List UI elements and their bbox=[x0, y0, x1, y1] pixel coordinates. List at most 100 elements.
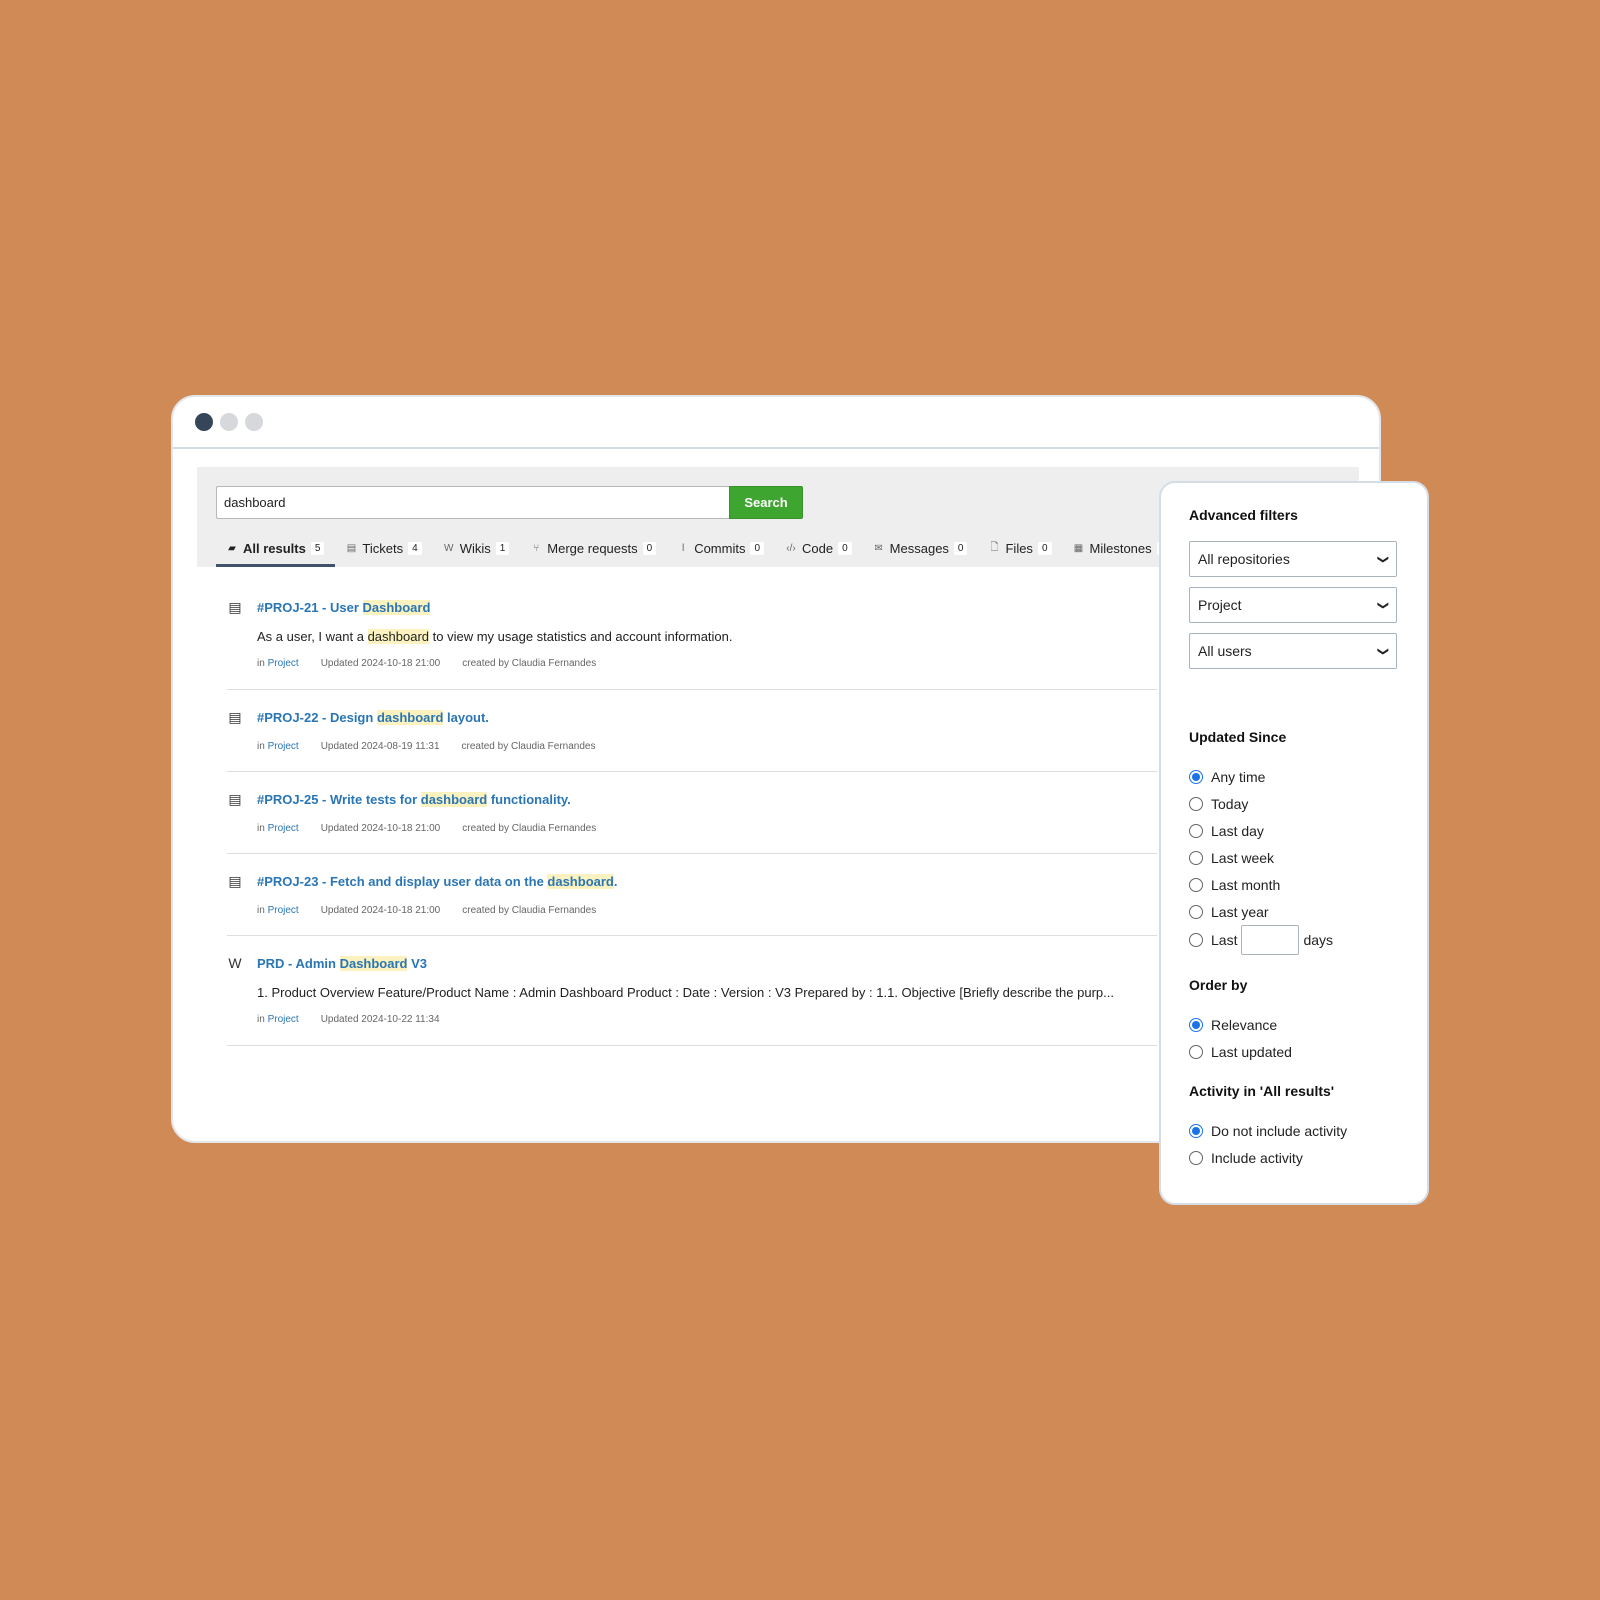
tab-files[interactable]: 🗋 Files 0 bbox=[978, 533, 1062, 567]
result-item: ▤ #PROJ-21 - User Dashboard As a user, I w… bbox=[227, 580, 1157, 690]
in-label: in bbox=[257, 658, 265, 669]
tab-label: All results bbox=[243, 541, 306, 556]
tab-label: Wikis bbox=[459, 541, 491, 556]
radio-option[interactable]: Last week bbox=[1189, 844, 1399, 871]
activity-options: Do not include activity Include activity bbox=[1189, 1117, 1399, 1171]
result-title-link[interactable]: #PROJ-22 - Design dashboard layout. bbox=[257, 710, 1157, 725]
calendar-icon: ▦ bbox=[1073, 543, 1084, 554]
radio-option[interactable]: Last month bbox=[1189, 871, 1399, 898]
result-title-link[interactable]: #PROJ-25 - Write tests for dashboard fun… bbox=[257, 792, 1157, 807]
radio-option[interactable]: Last year bbox=[1189, 898, 1399, 925]
window-titlebar bbox=[173, 397, 1379, 449]
title-text: #PROJ-22 - Design bbox=[257, 710, 377, 725]
commit-icon: ǀ bbox=[681, 543, 685, 554]
updated-timestamp: Updated 2024-10-22 11:34 bbox=[320, 1014, 440, 1025]
radio-option[interactable]: Any time bbox=[1189, 763, 1399, 790]
title-text: #PROJ-23 - Fetch and display user data o… bbox=[257, 874, 548, 889]
radio-option[interactable]: Last updated bbox=[1189, 1038, 1399, 1065]
tab-wikis[interactable]: W Wikis 1 bbox=[433, 533, 521, 567]
result-location: in Project bbox=[257, 741, 299, 752]
tab-merge-requests[interactable]: ⑂ Merge requests 0 bbox=[520, 533, 667, 567]
tab-code[interactable]: ‹/› Code 0 bbox=[775, 533, 863, 567]
ticket-icon: ▤ bbox=[346, 543, 357, 554]
filter-select[interactable]: All users ❯ bbox=[1189, 633, 1397, 669]
description-text: As a user, I want a bbox=[257, 629, 368, 644]
minimize-window-dot[interactable] bbox=[220, 413, 238, 431]
updated-since-custom[interactable]: Last days bbox=[1189, 925, 1399, 955]
radio-label: Today bbox=[1211, 795, 1249, 812]
close-window-dot[interactable] bbox=[195, 413, 213, 431]
title-text: . bbox=[613, 874, 618, 889]
project-link[interactable]: Project bbox=[268, 741, 299, 752]
result-title-link[interactable]: PRD - Admin Dashboard V3 bbox=[257, 956, 1157, 971]
project-link[interactable]: Project bbox=[268, 1014, 299, 1025]
radio-option[interactable]: Include activity bbox=[1189, 1144, 1399, 1171]
in-label: in bbox=[257, 741, 265, 752]
maximize-window-dot[interactable] bbox=[245, 413, 263, 431]
result-description: 1. Product Overview Feature/Product Name… bbox=[257, 985, 1157, 1000]
search-input[interactable] bbox=[216, 486, 729, 519]
tab-count-badge: 0 bbox=[1037, 542, 1052, 555]
result-title-link[interactable]: #PROJ-21 - User Dashboard bbox=[257, 600, 1157, 615]
select-value: All repositories bbox=[1198, 551, 1290, 567]
radio-option[interactable]: Last day bbox=[1189, 817, 1399, 844]
custom-days-input[interactable] bbox=[1241, 925, 1300, 955]
tab-messages[interactable]: ✉ Messages 0 bbox=[863, 533, 979, 567]
radio-option[interactable]: Today bbox=[1189, 790, 1399, 817]
result-meta: in Project Updated 2024-10-22 11:34 bbox=[257, 1014, 1157, 1025]
created-by: created by Claudia Fernandes bbox=[461, 741, 596, 752]
filter-select[interactable]: All repositories ❯ bbox=[1189, 541, 1397, 577]
project-link[interactable]: Project bbox=[268, 823, 299, 834]
result-location: in Project bbox=[257, 905, 299, 916]
chevron-down-icon: ❯ bbox=[1376, 554, 1389, 564]
result-location: in Project bbox=[257, 658, 299, 669]
radio-button[interactable] bbox=[1189, 796, 1203, 811]
title-text: functionality. bbox=[487, 792, 571, 807]
filter-select[interactable]: Project ❯ bbox=[1189, 587, 1397, 623]
tab-commits[interactable]: ǀ Commits 0 bbox=[667, 533, 775, 567]
radio-button[interactable] bbox=[1189, 1044, 1203, 1059]
search-button[interactable]: Search bbox=[729, 486, 803, 519]
updated-since-title: Updated Since bbox=[1189, 729, 1287, 745]
custom-days-suffix: days bbox=[1303, 932, 1334, 948]
tab-tickets[interactable]: ▤ Tickets 4 bbox=[335, 533, 432, 567]
code-icon: ‹/› bbox=[786, 543, 796, 554]
tab-count-badge: 4 bbox=[408, 542, 422, 555]
radio-button[interactable] bbox=[1189, 769, 1203, 784]
in-label: in bbox=[257, 1014, 265, 1025]
radio-label: Last week bbox=[1211, 849, 1275, 866]
description-text: to view my usage statistics and account … bbox=[429, 629, 733, 644]
tab-count-badge: 1 bbox=[495, 542, 510, 555]
radio-button[interactable] bbox=[1189, 850, 1203, 865]
tab-all-results[interactable]: ▰ All results 5 bbox=[216, 533, 336, 567]
search-bar: Search bbox=[216, 486, 803, 519]
custom-days-prefix: Last bbox=[1211, 932, 1238, 948]
project-link[interactable]: Project bbox=[268, 905, 299, 916]
radio-label: Do not include activity bbox=[1211, 1122, 1348, 1139]
radio-button[interactable] bbox=[1189, 933, 1203, 947]
result-meta: in Project Updated 2024-10-18 21:00 create… bbox=[257, 823, 1157, 834]
tab-label: Commits bbox=[694, 541, 746, 556]
project-link[interactable]: Project bbox=[268, 658, 299, 669]
search-results-list: ▤ #PROJ-21 - User Dashboard As a user, I w… bbox=[227, 580, 1157, 1046]
wiki-icon: W bbox=[228, 955, 242, 971]
radio-option[interactable]: Do not include activity bbox=[1189, 1117, 1399, 1144]
result-tabs: ▰ All results 5 ▤ Tickets 4 W Wikis 1 ⑂ Merge requ… bbox=[216, 533, 1181, 567]
radio-button[interactable] bbox=[1189, 1123, 1203, 1138]
radio-button[interactable] bbox=[1189, 1150, 1203, 1165]
select-value: Project bbox=[1198, 597, 1242, 613]
updated-timestamp: Updated 2024-10-18 21:00 bbox=[320, 658, 441, 669]
radio-button[interactable] bbox=[1189, 904, 1203, 919]
description-text: 1. Product Overview Feature/Product Name… bbox=[257, 985, 1114, 1000]
result-meta: in Project Updated 2024-10-18 21:00 create… bbox=[257, 905, 1157, 916]
radio-button[interactable] bbox=[1189, 877, 1203, 892]
highlighted-term: dashboard bbox=[420, 792, 488, 807]
radio-label: Relevance bbox=[1211, 1016, 1278, 1033]
radio-button[interactable] bbox=[1189, 1017, 1203, 1032]
ticket-icon: ▤ bbox=[228, 873, 242, 889]
radio-option[interactable]: Relevance bbox=[1189, 1011, 1399, 1038]
result-meta: in Project Updated 2024-08-19 11:31 create… bbox=[257, 741, 1157, 752]
result-title-link[interactable]: #PROJ-23 - Fetch and display user data o… bbox=[257, 874, 1157, 889]
radio-button[interactable] bbox=[1189, 823, 1203, 838]
ticket-icon: ▤ bbox=[228, 599, 242, 615]
